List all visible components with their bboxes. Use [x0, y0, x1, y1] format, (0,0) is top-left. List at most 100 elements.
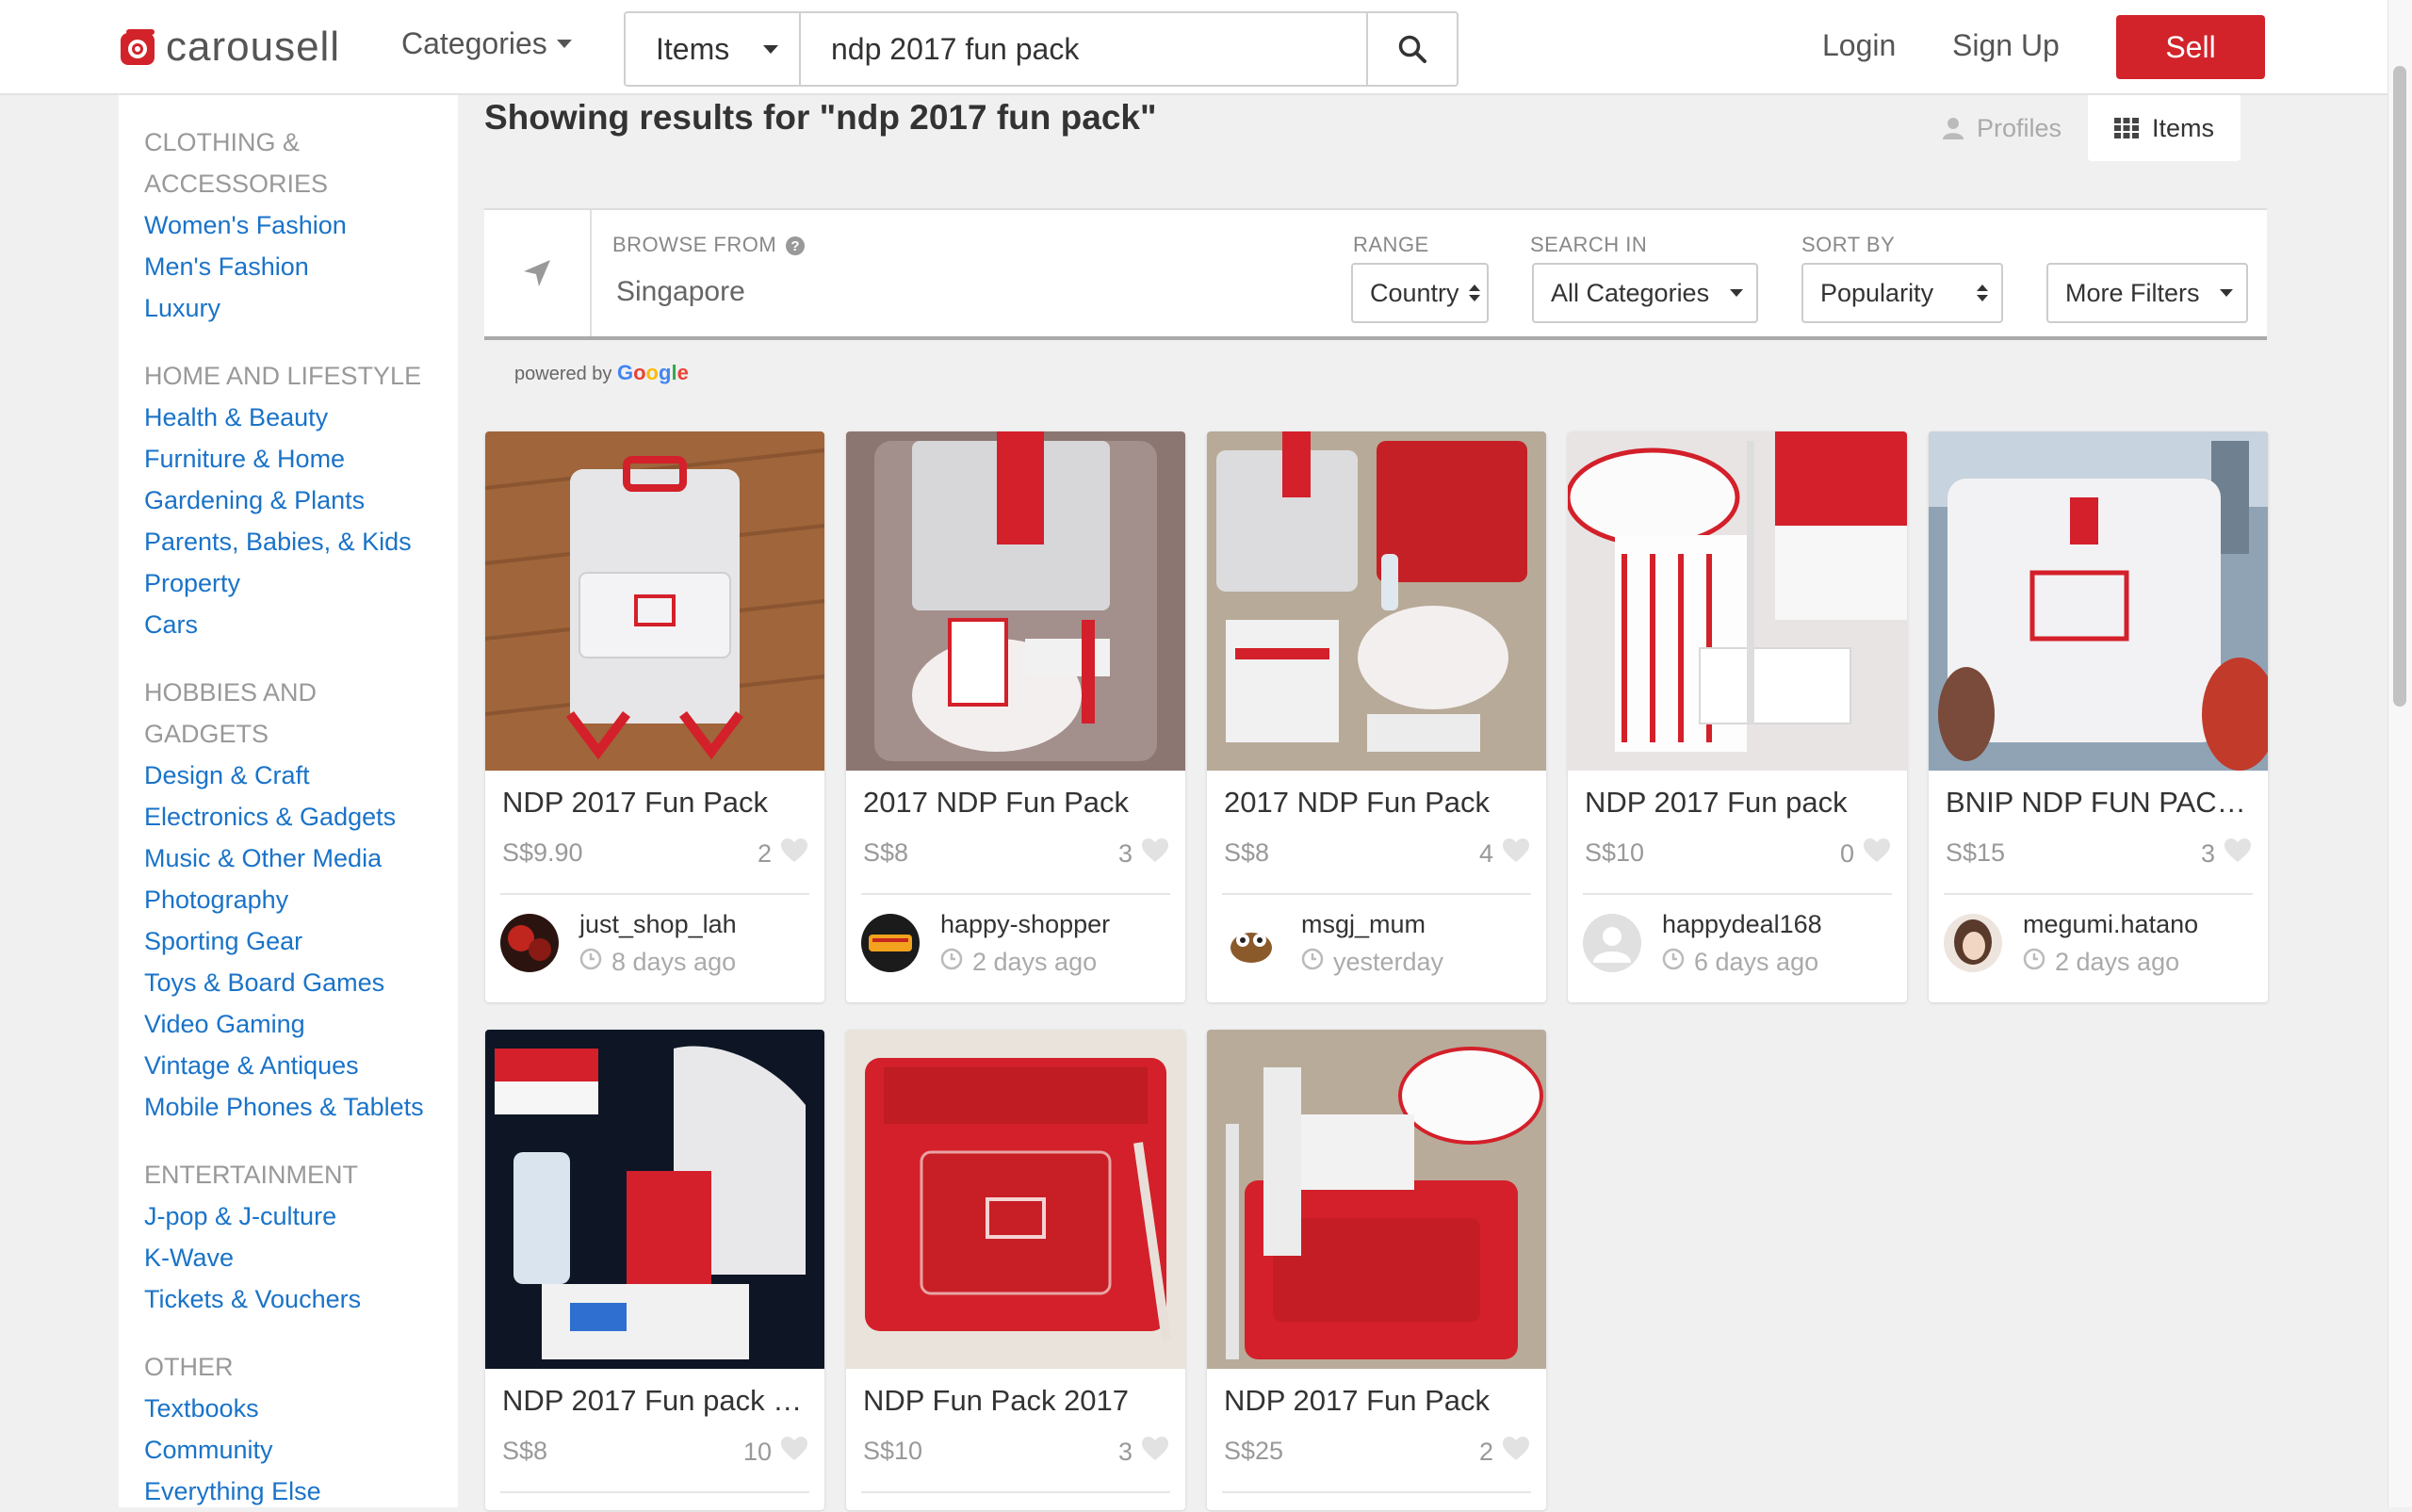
like-button[interactable]: 2	[758, 838, 807, 870]
categories-dropdown[interactable]: Categories	[401, 26, 572, 61]
sidebar-link-cars[interactable]: Cars	[144, 604, 458, 645]
sidebar-link-mens-fashion[interactable]: Men's Fashion	[144, 246, 458, 287]
listing-card[interactable]: NDP 2017 Fun Pack S$25 2	[1207, 1030, 1546, 1510]
listing-card[interactable]: 2017 NDP Fun Pack S$8 3 happy-shopper 2 …	[846, 431, 1185, 1002]
listing-card[interactable]: BNIP NDP FUN PACK 2017 S$15 3 megumi.hat…	[1929, 431, 2268, 1002]
seller-avatar[interactable]	[1944, 914, 2002, 972]
sidebar-group-other: OTHER Textbooks Community Everything Els…	[144, 1346, 458, 1512]
signup-link[interactable]: Sign Up	[1952, 28, 2060, 63]
listing-photo[interactable]	[1929, 431, 2268, 771]
listing-photo[interactable]	[1207, 431, 1546, 771]
search-input[interactable]	[801, 13, 1366, 85]
help-icon[interactable]: ?	[786, 236, 806, 256]
result-type-tabs: Profiles Items	[1916, 95, 2241, 161]
listing-card[interactable]: 2017 NDP Fun Pack S$8 4 msgj_mum yesterd…	[1207, 431, 1546, 1002]
login-link[interactable]: Login	[1822, 28, 1896, 63]
like-button[interactable]: 3	[2201, 838, 2251, 870]
sidebar-link-design-craft[interactable]: Design & Craft	[144, 755, 458, 796]
seller-avatar[interactable]	[1222, 914, 1280, 972]
like-button[interactable]: 3	[1118, 1437, 1168, 1468]
listing-photo[interactable]	[1207, 1030, 1546, 1369]
like-count: 4	[1478, 839, 1493, 868]
sidebar-link-toys-board-games[interactable]: Toys & Board Games	[144, 962, 458, 1003]
more-filters-button[interactable]: More Filters	[2046, 263, 2248, 323]
listing-card[interactable]: NDP 2017 Fun pack for sale S$8 10	[485, 1030, 824, 1510]
seller-username[interactable]: just_shop_lah	[579, 910, 737, 939]
browse-from-value[interactable]: Singapore	[616, 276, 745, 308]
listing-photo[interactable]	[846, 431, 1185, 771]
like-button[interactable]: 3	[1118, 838, 1168, 870]
listing-photo[interactable]	[485, 1030, 824, 1369]
search-button[interactable]	[1366, 13, 1457, 85]
listing-title[interactable]: NDP 2017 Fun Pack	[1224, 1384, 1529, 1418]
listing-title[interactable]: 2017 NDP Fun Pack	[1224, 786, 1529, 820]
sidebar-link-everything-else[interactable]: Everything Else	[144, 1471, 458, 1512]
listing-title[interactable]: 2017 NDP Fun Pack	[863, 786, 1168, 820]
sidebar-link-community[interactable]: Community	[144, 1429, 458, 1471]
listing-card[interactable]: NDP Fun Pack 2017 S$10 3	[846, 1030, 1185, 1510]
like-count: 10	[742, 1438, 772, 1466]
listing-title[interactable]: NDP 2017 Fun pack for sale	[502, 1384, 807, 1418]
heart-icon	[1864, 838, 1890, 870]
seller-avatar[interactable]	[861, 914, 920, 972]
listing-card[interactable]: NDP 2017 Fun pack S$10 0 happydeal168 6 …	[1568, 431, 1907, 1002]
listing-price: S$10	[863, 1437, 923, 1465]
sidebar-link-photography[interactable]: Photography	[144, 879, 458, 920]
sidebar-link-parents-babies-kids[interactable]: Parents, Babies, & Kids	[144, 521, 458, 562]
sidebar-link-jpop[interactable]: J-pop & J-culture	[144, 1195, 458, 1237]
like-button[interactable]: 0	[1840, 838, 1890, 870]
sidebar-link-property[interactable]: Property	[144, 562, 458, 604]
listing-price: S$10	[1585, 838, 1645, 867]
like-button[interactable]: 10	[743, 1437, 807, 1468]
listing-title[interactable]: NDP 2017 Fun pack	[1585, 786, 1890, 820]
listing-title[interactable]: NDP Fun Pack 2017	[863, 1384, 1168, 1418]
clock-icon	[579, 948, 602, 977]
seller-avatar[interactable]	[500, 914, 559, 972]
like-count: 2	[757, 839, 772, 868]
sidebar-link-music-media[interactable]: Music & Other Media	[144, 837, 458, 879]
sidebar-link-health-beauty[interactable]: Health & Beauty	[144, 397, 458, 438]
sidebar-link-video-gaming[interactable]: Video Gaming	[144, 1003, 458, 1045]
card-divider	[1222, 1491, 1531, 1493]
scrollbar-thumb[interactable]	[2393, 66, 2406, 707]
seller-username[interactable]: megumi.hatano	[2023, 910, 2198, 939]
listing-photo[interactable]	[1568, 431, 1907, 771]
listing-time-text: 8 days ago	[611, 948, 737, 976]
listing-card[interactable]: NDP 2017 Fun Pack S$9.90 2 just_shop_lah…	[485, 431, 824, 1002]
seller-avatar[interactable]	[1583, 914, 1641, 972]
seller-username[interactable]: happy-shopper	[940, 910, 1110, 939]
listing-time: 6 days ago	[1662, 948, 1818, 977]
sidebar-link-luxury[interactable]: Luxury	[144, 287, 458, 329]
search-type-select[interactable]: Items	[626, 13, 801, 85]
sidebar-link-textbooks[interactable]: Textbooks	[144, 1388, 458, 1429]
sidebar-link-vintage-antiques[interactable]: Vintage & Antiques	[144, 1045, 458, 1086]
listing-time: 2 days ago	[2023, 948, 2179, 977]
seller-username[interactable]: msgj_mum	[1301, 910, 1426, 939]
carousell-logo[interactable]: carousell	[119, 24, 340, 70]
seller-username[interactable]: happydeal168	[1662, 910, 1822, 939]
location-arrow-icon	[524, 260, 550, 286]
heart-icon	[781, 1437, 807, 1468]
tab-profiles[interactable]: Profiles	[1916, 95, 2088, 161]
range-select[interactable]: Country	[1351, 263, 1489, 323]
listing-photo[interactable]	[846, 1030, 1185, 1369]
listing-photo[interactable]	[485, 431, 824, 771]
clock-icon	[1301, 948, 1324, 977]
sell-button[interactable]: Sell	[2116, 15, 2265, 79]
tab-items[interactable]: Items	[2088, 95, 2241, 161]
sidebar-link-womens-fashion[interactable]: Women's Fashion	[144, 204, 458, 246]
sidebar-link-mobile-phones-tablets[interactable]: Mobile Phones & Tablets	[144, 1086, 458, 1128]
like-button[interactable]: 4	[1479, 838, 1529, 870]
sidebar-link-gardening-plants[interactable]: Gardening & Plants	[144, 480, 458, 521]
listing-title[interactable]: NDP 2017 Fun Pack	[502, 786, 807, 820]
search-in-select[interactable]: All Categories	[1532, 263, 1758, 323]
sidebar-link-tickets-vouchers[interactable]: Tickets & Vouchers	[144, 1278, 458, 1320]
sidebar-link-electronics-gadgets[interactable]: Electronics & Gadgets	[144, 796, 458, 837]
sidebar-link-sporting-gear[interactable]: Sporting Gear	[144, 920, 458, 962]
like-button[interactable]: 2	[1479, 1437, 1529, 1468]
sort-by-select[interactable]: Popularity	[1801, 263, 2003, 323]
location-button[interactable]	[484, 210, 592, 336]
sidebar-link-furniture-home[interactable]: Furniture & Home	[144, 438, 458, 480]
listing-title[interactable]: BNIP NDP FUN PACK 2017	[1946, 786, 2251, 820]
sidebar-link-kwave[interactable]: K-Wave	[144, 1237, 458, 1278]
